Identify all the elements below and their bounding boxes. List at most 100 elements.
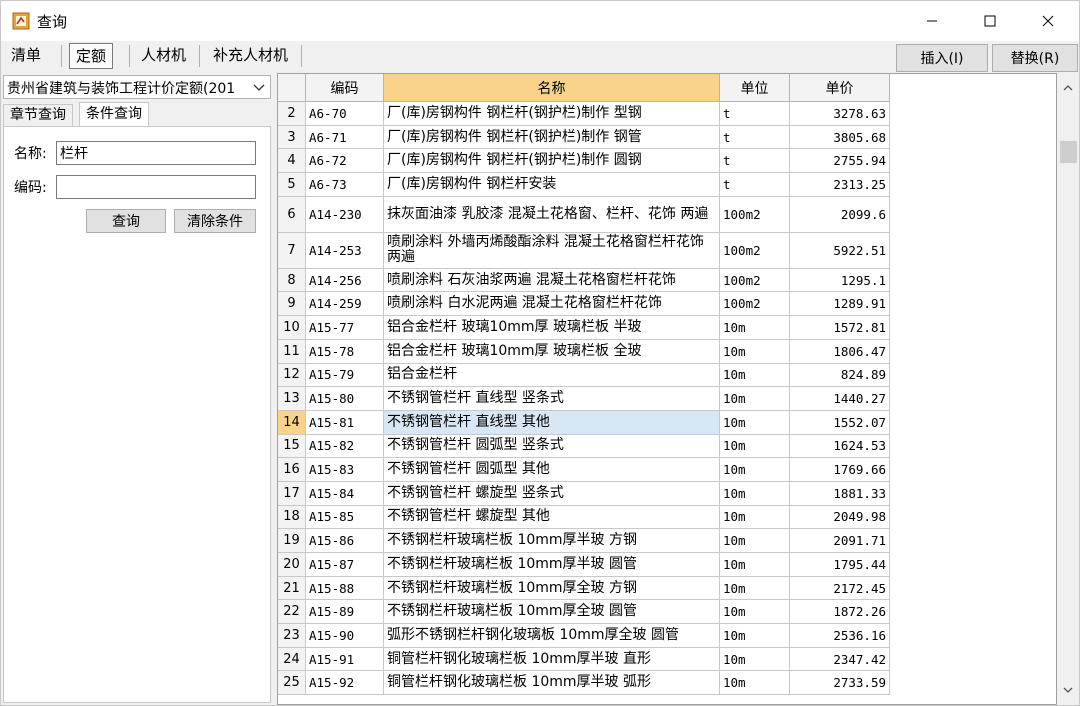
table-row[interactable]: 9 A14-259 喷刷涂料 白水泥两遍 混凝土花格窗栏杆花饰 100m2 1289.9… [278, 292, 1056, 317]
toolbar-separator [61, 45, 62, 67]
cell-price: 2091.71 [790, 529, 890, 553]
cell-name: 不锈钢管栏杆 螺旋型 其他 [384, 505, 720, 530]
table-row[interactable]: 17 A15-84 不锈钢管栏杆 螺旋型 竖条式 10m 1881.33 [278, 481, 1056, 506]
tab-bill[interactable]: 清单 [5, 43, 47, 69]
close-icon [1042, 15, 1054, 27]
cell-price: 2313.25 [790, 173, 890, 197]
cell-unit: 10m [720, 387, 790, 411]
insert-button[interactable]: 插入(I) [896, 44, 988, 72]
cell-unit: 100m2 [720, 232, 790, 269]
header-unit[interactable]: 单位 [720, 74, 790, 102]
grid-body: 2 A6-70 厂(库)房钢构件 钢栏杆(钢护栏)制作 型钢 t 3278.63 3 A6-… [278, 102, 1056, 696]
tab-chapter-query[interactable]: 章节查询 [3, 104, 73, 126]
table-row[interactable]: 23 A15-90 弧形不锈钢栏杆钢化玻璃板 10mm厚全玻 圆管 10m 2536.1… [278, 624, 1056, 648]
table-row[interactable]: 11 A15-78 铝合金栏杆 玻璃10mm厚 玻璃栏板 全玻 10m 1806.47 [278, 339, 1056, 364]
tab-extra-materials[interactable]: 补充人材机 [207, 43, 294, 69]
cell-code: A15-85 [306, 505, 384, 530]
table-row[interactable]: 24 A15-91 铜管栏杆钢化玻璃栏板 10mm厚半玻 直形 10m 2347.42 [278, 647, 1056, 672]
cell-unit: t [720, 125, 790, 150]
table-row[interactable]: 3 A6-71 厂(库)房钢构件 钢栏杆(钢护栏)制作 钢管 t 3805.68 [278, 125, 1056, 150]
row-number: 12 [278, 363, 306, 388]
header-code[interactable]: 编码 [306, 74, 384, 102]
tab-quota[interactable]: 定额 [69, 43, 114, 69]
cell-name: 不锈钢栏杆玻璃栏板 10mm厚全玻 圆管 [384, 600, 720, 625]
close-button[interactable] [1019, 1, 1077, 41]
table-row[interactable]: 7 A14-253 喷刷涂料 外墙丙烯酸酯涂料 混凝土花格窗栏杆花饰 两遍 100m2… [278, 232, 1056, 269]
cell-code: A6-72 [306, 149, 384, 174]
results-grid: 编码 名称 单位 单价 2 A6-70 厂(库)房钢构件 钢栏杆(钢护栏)制作 型钢… [277, 73, 1057, 705]
cell-price: 1795.44 [790, 553, 890, 577]
table-row[interactable]: 16 A15-83 不锈钢管栏杆 圆弧型 其他 10m 1769.66 [278, 458, 1056, 482]
scroll-thumb[interactable] [1060, 141, 1077, 163]
clear-conditions-button[interactable]: 清除条件 [174, 209, 256, 233]
row-number: 7 [278, 232, 306, 269]
name-input[interactable] [56, 141, 256, 165]
cell-price: 2049.98 [790, 505, 890, 530]
maximize-button[interactable] [961, 1, 1019, 41]
cell-code: A15-88 [306, 576, 384, 601]
cell-unit: 100m2 [720, 196, 790, 233]
cell-unit: 10m [720, 363, 790, 388]
cell-name: 喷刷涂料 白水泥两遍 混凝土花格窗栏杆花饰 [384, 292, 720, 317]
table-row[interactable]: 5 A6-73 厂(库)房钢构件 钢栏杆安装 t 2313.25 [278, 173, 1056, 197]
cell-code: A14-253 [306, 232, 384, 269]
table-row[interactable]: 4 A6-72 厂(库)房钢构件 钢栏杆(钢护栏)制作 圆钢 t 2755.94 [278, 149, 1056, 174]
cell-price: 1881.33 [790, 481, 890, 506]
minimize-icon [927, 20, 937, 22]
cell-unit: 10m [720, 600, 790, 625]
cell-unit: 10m [720, 529, 790, 553]
code-input[interactable] [56, 175, 256, 199]
maximize-icon [984, 15, 996, 27]
table-row[interactable]: 6 A14-230 抹灰面油漆 乳胶漆 混凝土花格窗、栏杆、花饰 两遍 100m2 20… [278, 196, 1056, 233]
cell-price: 2755.94 [790, 149, 890, 174]
table-row[interactable]: 14 A15-81 不锈钢管栏杆 直线型 其他 10m 1552.07 [278, 410, 1056, 435]
cell-name: 不锈钢栏杆玻璃栏板 10mm厚半玻 圆管 [384, 553, 720, 577]
cell-name: 不锈钢栏杆玻璃栏板 10mm厚半玻 方钢 [384, 529, 720, 553]
cell-unit: 10m [720, 458, 790, 482]
table-row[interactable]: 18 A15-85 不锈钢管栏杆 螺旋型 其他 10m 2049.98 [278, 505, 1056, 530]
table-row[interactable]: 20 A15-87 不锈钢栏杆玻璃栏板 10mm厚半玻 圆管 10m 1795.44 [278, 553, 1056, 577]
replace-button[interactable]: 替换(R) [992, 44, 1078, 72]
table-row[interactable]: 15 A15-82 不锈钢管栏杆 圆弧型 竖条式 10m 1624.53 [278, 434, 1056, 459]
cell-unit: 10m [720, 410, 790, 435]
table-row[interactable]: 10 A15-77 铝合金栏杆 玻璃10mm厚 玻璃栏板 半玻 10m 1572.81 [278, 316, 1056, 340]
table-row[interactable]: 2 A6-70 厂(库)房钢构件 钢栏杆(钢护栏)制作 型钢 t 3278.63 [278, 102, 1056, 126]
cell-price: 824.89 [790, 363, 890, 388]
cell-price: 1806.47 [790, 339, 890, 364]
header-price[interactable]: 单价 [790, 74, 890, 102]
header-name[interactable]: 名称 [384, 74, 720, 102]
query-button[interactable]: 查询 [86, 209, 166, 233]
cell-price: 2347.42 [790, 647, 890, 672]
cell-code: A15-89 [306, 600, 384, 625]
table-row[interactable]: 13 A15-80 不锈钢管栏杆 直线型 竖条式 10m 1440.27 [278, 387, 1056, 411]
cell-name: 不锈钢管栏杆 圆弧型 其他 [384, 458, 720, 482]
library-select[interactable]: 贵州省建筑与装饰工程计价定额(201 [3, 75, 271, 99]
scroll-down-button[interactable] [1057, 679, 1079, 701]
cell-price: 2099.6 [790, 196, 890, 233]
table-row[interactable]: 19 A15-86 不锈钢栏杆玻璃栏板 10mm厚半玻 方钢 10m 2091.71 [278, 529, 1056, 553]
cell-unit: 10m [720, 505, 790, 530]
cell-code: A6-70 [306, 102, 384, 126]
code-label: 编码: [14, 180, 47, 196]
row-number: 14 [278, 410, 306, 435]
cell-name: 铝合金栏杆 [384, 363, 720, 388]
table-row[interactable]: 12 A15-79 铝合金栏杆 10m 824.89 [278, 363, 1056, 388]
table-row[interactable]: 21 A15-88 不锈钢栏杆玻璃栏板 10mm厚全玻 方钢 10m 2172.45 [278, 576, 1056, 601]
chevron-down-icon [253, 84, 265, 91]
cell-code: A15-78 [306, 339, 384, 364]
left-panel: 贵州省建筑与装饰工程计价定额(201 章节查询 条件查询 名称: 编码: 查询 … [1, 73, 273, 705]
cell-name: 铜管栏杆钢化玻璃栏板 10mm厚半玻 直形 [384, 647, 720, 672]
table-row[interactable]: 25 A15-92 铜管栏杆钢化玻璃栏板 10mm厚半玻 弧形 10m 2733.59 [278, 671, 1056, 696]
table-row[interactable]: 22 A15-89 不锈钢栏杆玻璃栏板 10mm厚全玻 圆管 10m 1872.26 [278, 600, 1056, 625]
scroll-up-button[interactable] [1057, 77, 1079, 99]
tab-condition-query[interactable]: 条件查询 [79, 102, 149, 126]
table-row[interactable]: 8 A14-256 喷刷涂料 石灰油浆两遍 混凝土花格窗栏杆花饰 100m2 1295.… [278, 268, 1056, 293]
cell-name: 喷刷涂料 石灰油浆两遍 混凝土花格窗栏杆花饰 [384, 268, 720, 293]
tab-materials[interactable]: 人材机 [135, 43, 192, 69]
row-number: 10 [278, 316, 306, 340]
cell-code: A15-79 [306, 363, 384, 388]
chevron-down-icon [1063, 687, 1073, 693]
minimize-button[interactable] [903, 1, 961, 41]
row-number: 21 [278, 576, 306, 601]
vertical-scrollbar[interactable] [1057, 73, 1079, 705]
